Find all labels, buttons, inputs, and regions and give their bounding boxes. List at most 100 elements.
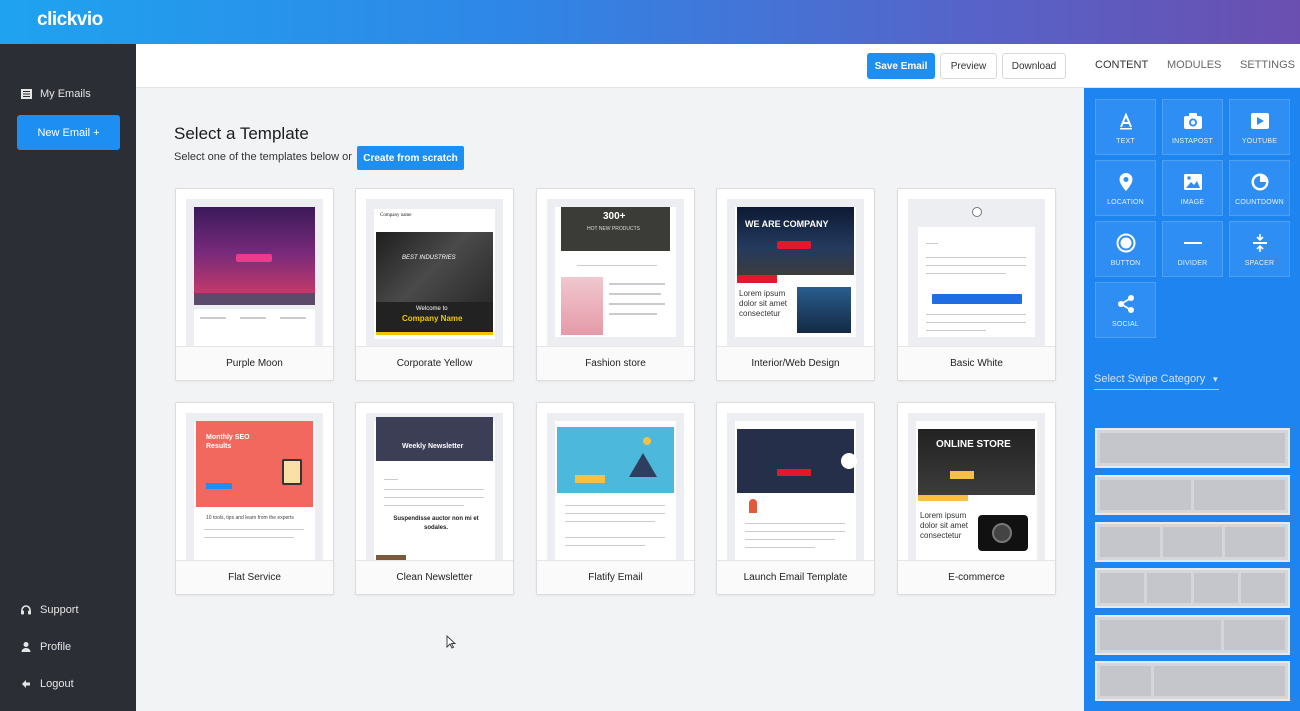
template-thumbnail: [186, 199, 323, 346]
template-thumbnail: [908, 199, 1045, 346]
divider-icon: [1182, 232, 1204, 254]
thumb-ecom-lorem: Lorem ipsum dolor sit amet consectetur: [920, 511, 969, 540]
module-instapost[interactable]: INSTAPOST: [1162, 99, 1223, 155]
layout-column: [1100, 433, 1285, 463]
thumb-clean-title: Weekly Newsletter: [402, 443, 464, 450]
layout-one-third-two-thirds[interactable]: [1095, 661, 1290, 701]
template-card-clean-newsletter[interactable]: Weekly Newsletter Suspendisse auctor non…: [355, 402, 514, 595]
image-icon: [1182, 171, 1204, 193]
module-countdown[interactable]: COUNTDOWN: [1229, 160, 1290, 216]
template-card-basic-white[interactable]: Basic White: [897, 188, 1056, 381]
module-label: IMAGE: [1180, 198, 1205, 206]
template-name: Corporate Yellow: [356, 346, 513, 380]
module-label: TEXT: [1116, 137, 1135, 145]
sidebar-item-label: Profile: [40, 641, 72, 653]
thumb-ecom-title: ONLINE STORE: [936, 439, 1011, 450]
template-name: Fashion store: [537, 346, 694, 380]
page-title: Select a Template: [174, 124, 309, 143]
panel-tabs: CONTENT MODULES SETTINGS: [1084, 44, 1300, 88]
template-card-e-commerce[interactable]: ONLINE STORE Lorem ipsum dolor sit amet …: [897, 402, 1056, 595]
save-email-button[interactable]: Save Email: [867, 53, 935, 79]
module-social[interactable]: SOCIAL: [1095, 282, 1156, 338]
template-card-interior-web-design[interactable]: WE ARE COMPANY Lorem ipsum dolor sit ame…: [716, 188, 875, 381]
template-card-fashion-store[interactable]: 300+ HOT NEW PRODUCTS Fashion store: [536, 188, 695, 381]
thumb-interior-lorem: Lorem ipsum dolor sit amet consectetur: [739, 289, 788, 318]
camera-icon: [1182, 110, 1204, 132]
user-icon: [20, 641, 32, 653]
module-youtube[interactable]: YOUTUBE: [1229, 99, 1290, 155]
module-label: SOCIAL: [1112, 320, 1139, 328]
layout-column: [1100, 480, 1191, 510]
thumb-company-label: Company name: [380, 213, 412, 218]
template-name: Purple Moon: [176, 346, 333, 380]
logout-icon: [20, 678, 32, 690]
tab-settings[interactable]: SETTINGS: [1240, 59, 1295, 71]
sidebar-item-logout[interactable]: Logout: [20, 678, 74, 690]
template-name: Launch Email Template: [717, 560, 874, 594]
clock-icon: [1249, 171, 1271, 193]
template-thumbnail: Company name BEST INDUSTRIES Welcome to …: [366, 199, 503, 346]
template-name: Interior/Web Design: [717, 346, 874, 380]
template-name: Flatify Email: [537, 560, 694, 594]
thumb-welcome-label: Welcome to: [416, 306, 448, 312]
tab-modules[interactable]: MODULES: [1167, 59, 1221, 71]
thumb-fashion-sub: HOT NEW PRODUCTS: [587, 226, 640, 232]
layout-column: [1100, 527, 1160, 557]
thumb-flat-body: 10 tools, tips and learn from the expert…: [206, 515, 294, 521]
layout-column: [1100, 666, 1151, 696]
video-icon: [1249, 110, 1271, 132]
module-location[interactable]: LOCATION: [1095, 160, 1156, 216]
module-label: LOCATION: [1107, 198, 1144, 206]
spacer-icon: [1249, 232, 1271, 254]
template-card-purple-moon[interactable]: Purple Moon: [175, 188, 334, 381]
layout-one-column[interactable]: [1095, 428, 1290, 468]
swipe-category-dropdown[interactable]: Select Swipe Category ▼: [1094, 373, 1220, 390]
module-label: DIVIDER: [1177, 259, 1208, 267]
thumb-clean-body: Suspendisse auctor non mi et sodales.: [393, 516, 479, 531]
template-thumbnail: Weekly Newsletter Suspendisse auctor non…: [366, 413, 503, 560]
new-email-button[interactable]: New Email +: [17, 115, 120, 150]
preview-button[interactable]: Preview: [940, 53, 997, 79]
layout-two-columns[interactable]: [1095, 475, 1290, 515]
thumb-fashion-big: 300+: [603, 211, 626, 222]
template-thumbnail: ONLINE STORE Lorem ipsum dolor sit amet …: [908, 413, 1045, 560]
layout-column: [1162, 527, 1223, 557]
template-card-flatify-email[interactable]: Flatify Email: [536, 402, 695, 595]
module-label: INSTAPOST: [1172, 137, 1213, 145]
module-label: SPACER: [1244, 259, 1275, 267]
module-label: COUNTDOWN: [1235, 198, 1284, 206]
layout-column: [1194, 480, 1285, 510]
right-panel: CONTENT MODULES SETTINGS TEXT INSTAPOST …: [1084, 44, 1300, 711]
layout-column: [1224, 620, 1285, 650]
layout-column: [1153, 666, 1285, 696]
template-name: Basic White: [898, 346, 1055, 380]
template-card-launch-email[interactable]: Launch Email Template: [716, 402, 875, 595]
create-from-scratch-button[interactable]: Create from scratch: [357, 146, 464, 170]
app-logo[interactable]: clickvio: [37, 9, 103, 31]
module-image[interactable]: IMAGE: [1162, 160, 1223, 216]
layout-column: [1194, 573, 1238, 603]
swipe-category-label: Select Swipe Category: [1094, 373, 1206, 385]
layout-two-thirds-one-third[interactable]: [1095, 615, 1290, 655]
module-text[interactable]: TEXT: [1095, 99, 1156, 155]
thumb-company-name: Company Name: [402, 314, 463, 323]
sidebar-item-my-emails[interactable]: My Emails: [20, 88, 91, 100]
thumb-flat-title: Monthly SEO Results: [206, 434, 250, 450]
layout-three-columns[interactable]: [1095, 522, 1290, 562]
caret-down-icon: ▼: [1211, 375, 1220, 384]
tab-content[interactable]: CONTENT: [1095, 59, 1148, 71]
mouse-cursor-icon: [446, 635, 456, 649]
layout-column: [1100, 573, 1144, 603]
module-spacer[interactable]: SPACER: [1229, 221, 1290, 277]
layout-four-columns[interactable]: [1095, 568, 1290, 608]
sidebar-item-support[interactable]: Support: [20, 604, 79, 616]
template-name: Flat Service: [176, 560, 333, 594]
download-button[interactable]: Download: [1002, 53, 1066, 79]
module-divider[interactable]: DIVIDER: [1162, 221, 1223, 277]
template-card-flat-service[interactable]: Monthly SEO Results 10 tools, tips and l…: [175, 402, 334, 595]
left-sidebar: My Emails New Email + Support Profile Lo…: [0, 44, 136, 711]
template-card-corporate-yellow[interactable]: Company name BEST INDUSTRIES Welcome to …: [355, 188, 514, 381]
sidebar-item-profile[interactable]: Profile: [20, 641, 71, 653]
module-button[interactable]: BUTTON: [1095, 221, 1156, 277]
sidebar-item-label: Support: [40, 604, 79, 616]
